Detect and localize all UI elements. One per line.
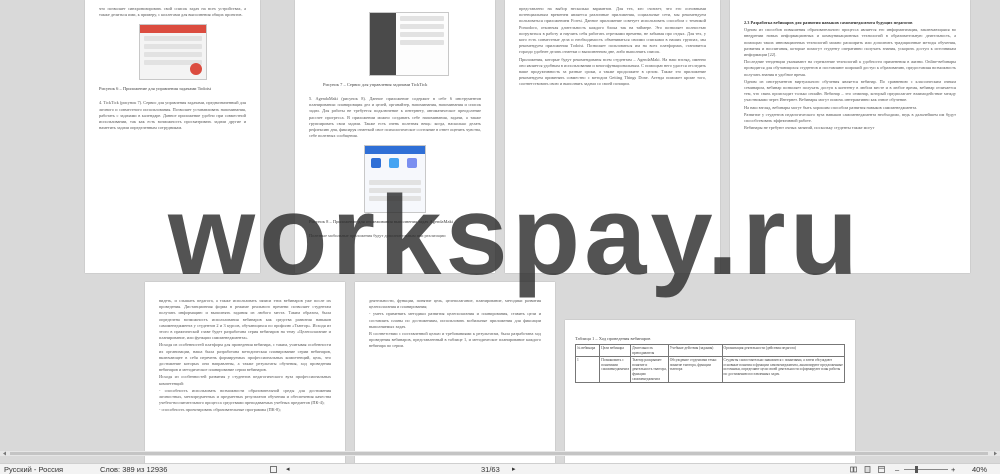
- progress-table: № вебинара Цели вебинара Деятельность пр…: [574, 343, 846, 384]
- page-text: Вебинары не требуют очных занятий, поско…: [744, 125, 875, 131]
- document-viewport[interactable]: что позволяет синхронизировать свой спис…: [0, 0, 1000, 463]
- page-text: Полезные мобильные приложения будут допо…: [309, 233, 446, 239]
- next-page-button[interactable]: ▸: [512, 465, 516, 474]
- figure-caption: Рисунок 6 – Приложение для управления за…: [99, 86, 212, 92]
- document-page: что позволяет синхронизировать свой спис…: [85, 0, 260, 273]
- document-page: Рисунок 7 – Сервис для управления задача…: [295, 0, 495, 273]
- page-text: деятельности, функции, понятие цель, цел…: [369, 298, 541, 310]
- table-cell: Студенты самостоятельно знакомятся с пон…: [721, 356, 846, 384]
- table-header-cell: № вебинара: [574, 343, 601, 358]
- page-text: Исходя из особенностей платформ для пров…: [159, 342, 331, 373]
- figure-agendamaki-screenshot: [364, 145, 426, 214]
- page-text: 4. TickTick (рисунок 7). Сервис для упра…: [99, 100, 246, 131]
- table-cell: Тьютор раскрывает понятие и деятельность…: [630, 356, 669, 384]
- table-cell: 1: [574, 356, 601, 384]
- table-row: 1 Познакомить с понятиями самоменеджмент…: [574, 356, 846, 384]
- page-text: Последние тенденции указывают на стремле…: [744, 59, 956, 77]
- page-text: Развитие у студентов педагогического вуз…: [744, 111, 956, 124]
- page-text: - способность проектировать образователь…: [159, 407, 281, 413]
- language-indicator[interactable]: Русский - Россия: [4, 465, 63, 474]
- document-page: видеть, и слышать педагога, а также испо…: [145, 282, 345, 463]
- section-heading: 2.3 Разработка вебинаров для развития на…: [744, 20, 913, 25]
- table-caption: Таблица 1 – Ход проведения вебинаров: [575, 336, 651, 341]
- document-page: представлено на выбор несколько варианто…: [505, 0, 720, 273]
- zoom-in-button[interactable]: +: [951, 465, 955, 474]
- table-cell: Познакомить с понятиями самоменеджмента: [599, 356, 632, 384]
- page-text: представлено на выбор несколько варианто…: [519, 6, 706, 55]
- table-header-cell: Деятельность преподавателя: [630, 343, 669, 358]
- table-header-cell: Учебные действия (задания): [667, 343, 723, 358]
- horizontal-scrollbar[interactable]: [0, 451, 1000, 456]
- table-header-cell: Организация деятельности (действия педаг…: [721, 343, 846, 358]
- table-cell: Обсуждение студентами темы: понятие тьют…: [667, 356, 723, 384]
- page-text: Одним из инструментов виртуального обуче…: [744, 78, 956, 103]
- page-text: - способность использовать возможности о…: [159, 387, 331, 406]
- web-layout-icon[interactable]: [878, 466, 885, 473]
- page-text: В соответствии с поставленной целью и тр…: [369, 331, 541, 349]
- figure-todoist-screenshot: [138, 24, 207, 81]
- previous-page-button[interactable]: ◂: [286, 465, 290, 474]
- page-text: - уметь применять методики развития целе…: [369, 311, 541, 329]
- page-text: Одним из способов повышения образователь…: [744, 27, 956, 58]
- document-page: 2.3 Разработка вебинаров для развития на…: [730, 0, 970, 273]
- read-mode-icon[interactable]: [850, 466, 857, 473]
- page-text: что позволяет синхронизировать свой спис…: [99, 6, 246, 18]
- page-text: Приложения, которые будут рекомендованы …: [519, 56, 706, 87]
- figure-caption: Рисунок 8 – Приложение для отслеживания …: [309, 219, 454, 225]
- zoom-slider-track[interactable]: [904, 469, 948, 470]
- page-text: 5. AgendaMaki (рисунок 8). Данное прилож…: [309, 96, 481, 139]
- status-bar: Русский - Россия Слов: 389 из 12936 ◂ 31…: [0, 463, 1000, 474]
- table-header-cell: Цели вебинара: [599, 343, 632, 358]
- zoom-slider-thumb[interactable]: [915, 466, 918, 473]
- document-page: деятельности, функции, понятие цель, цел…: [355, 282, 555, 463]
- page-text: видеть, и слышать педагога, а также испо…: [159, 298, 331, 341]
- zoom-level[interactable]: 40%: [972, 465, 987, 474]
- page-text: На наш взгляд, вебинары могут быть хорош…: [744, 104, 918, 110]
- figure-caption: Рисунок 7 – Сервис для управления задача…: [323, 82, 428, 87]
- figure-ticktick-screenshot: [369, 12, 449, 76]
- document-page: Таблица 1 – Ход проведения вебинаров № в…: [565, 320, 855, 463]
- print-layout-icon[interactable]: [270, 466, 277, 473]
- zoom-out-button[interactable]: –: [895, 465, 899, 474]
- page-indicator[interactable]: 31/63: [481, 465, 500, 474]
- page-text: Исходя из особенностей развития у студен…: [159, 374, 331, 386]
- print-view-icon[interactable]: [864, 466, 871, 473]
- table-header-row: № вебинара Цели вебинара Деятельность пр…: [574, 343, 846, 358]
- word-count[interactable]: Слов: 389 из 12936: [100, 465, 167, 474]
